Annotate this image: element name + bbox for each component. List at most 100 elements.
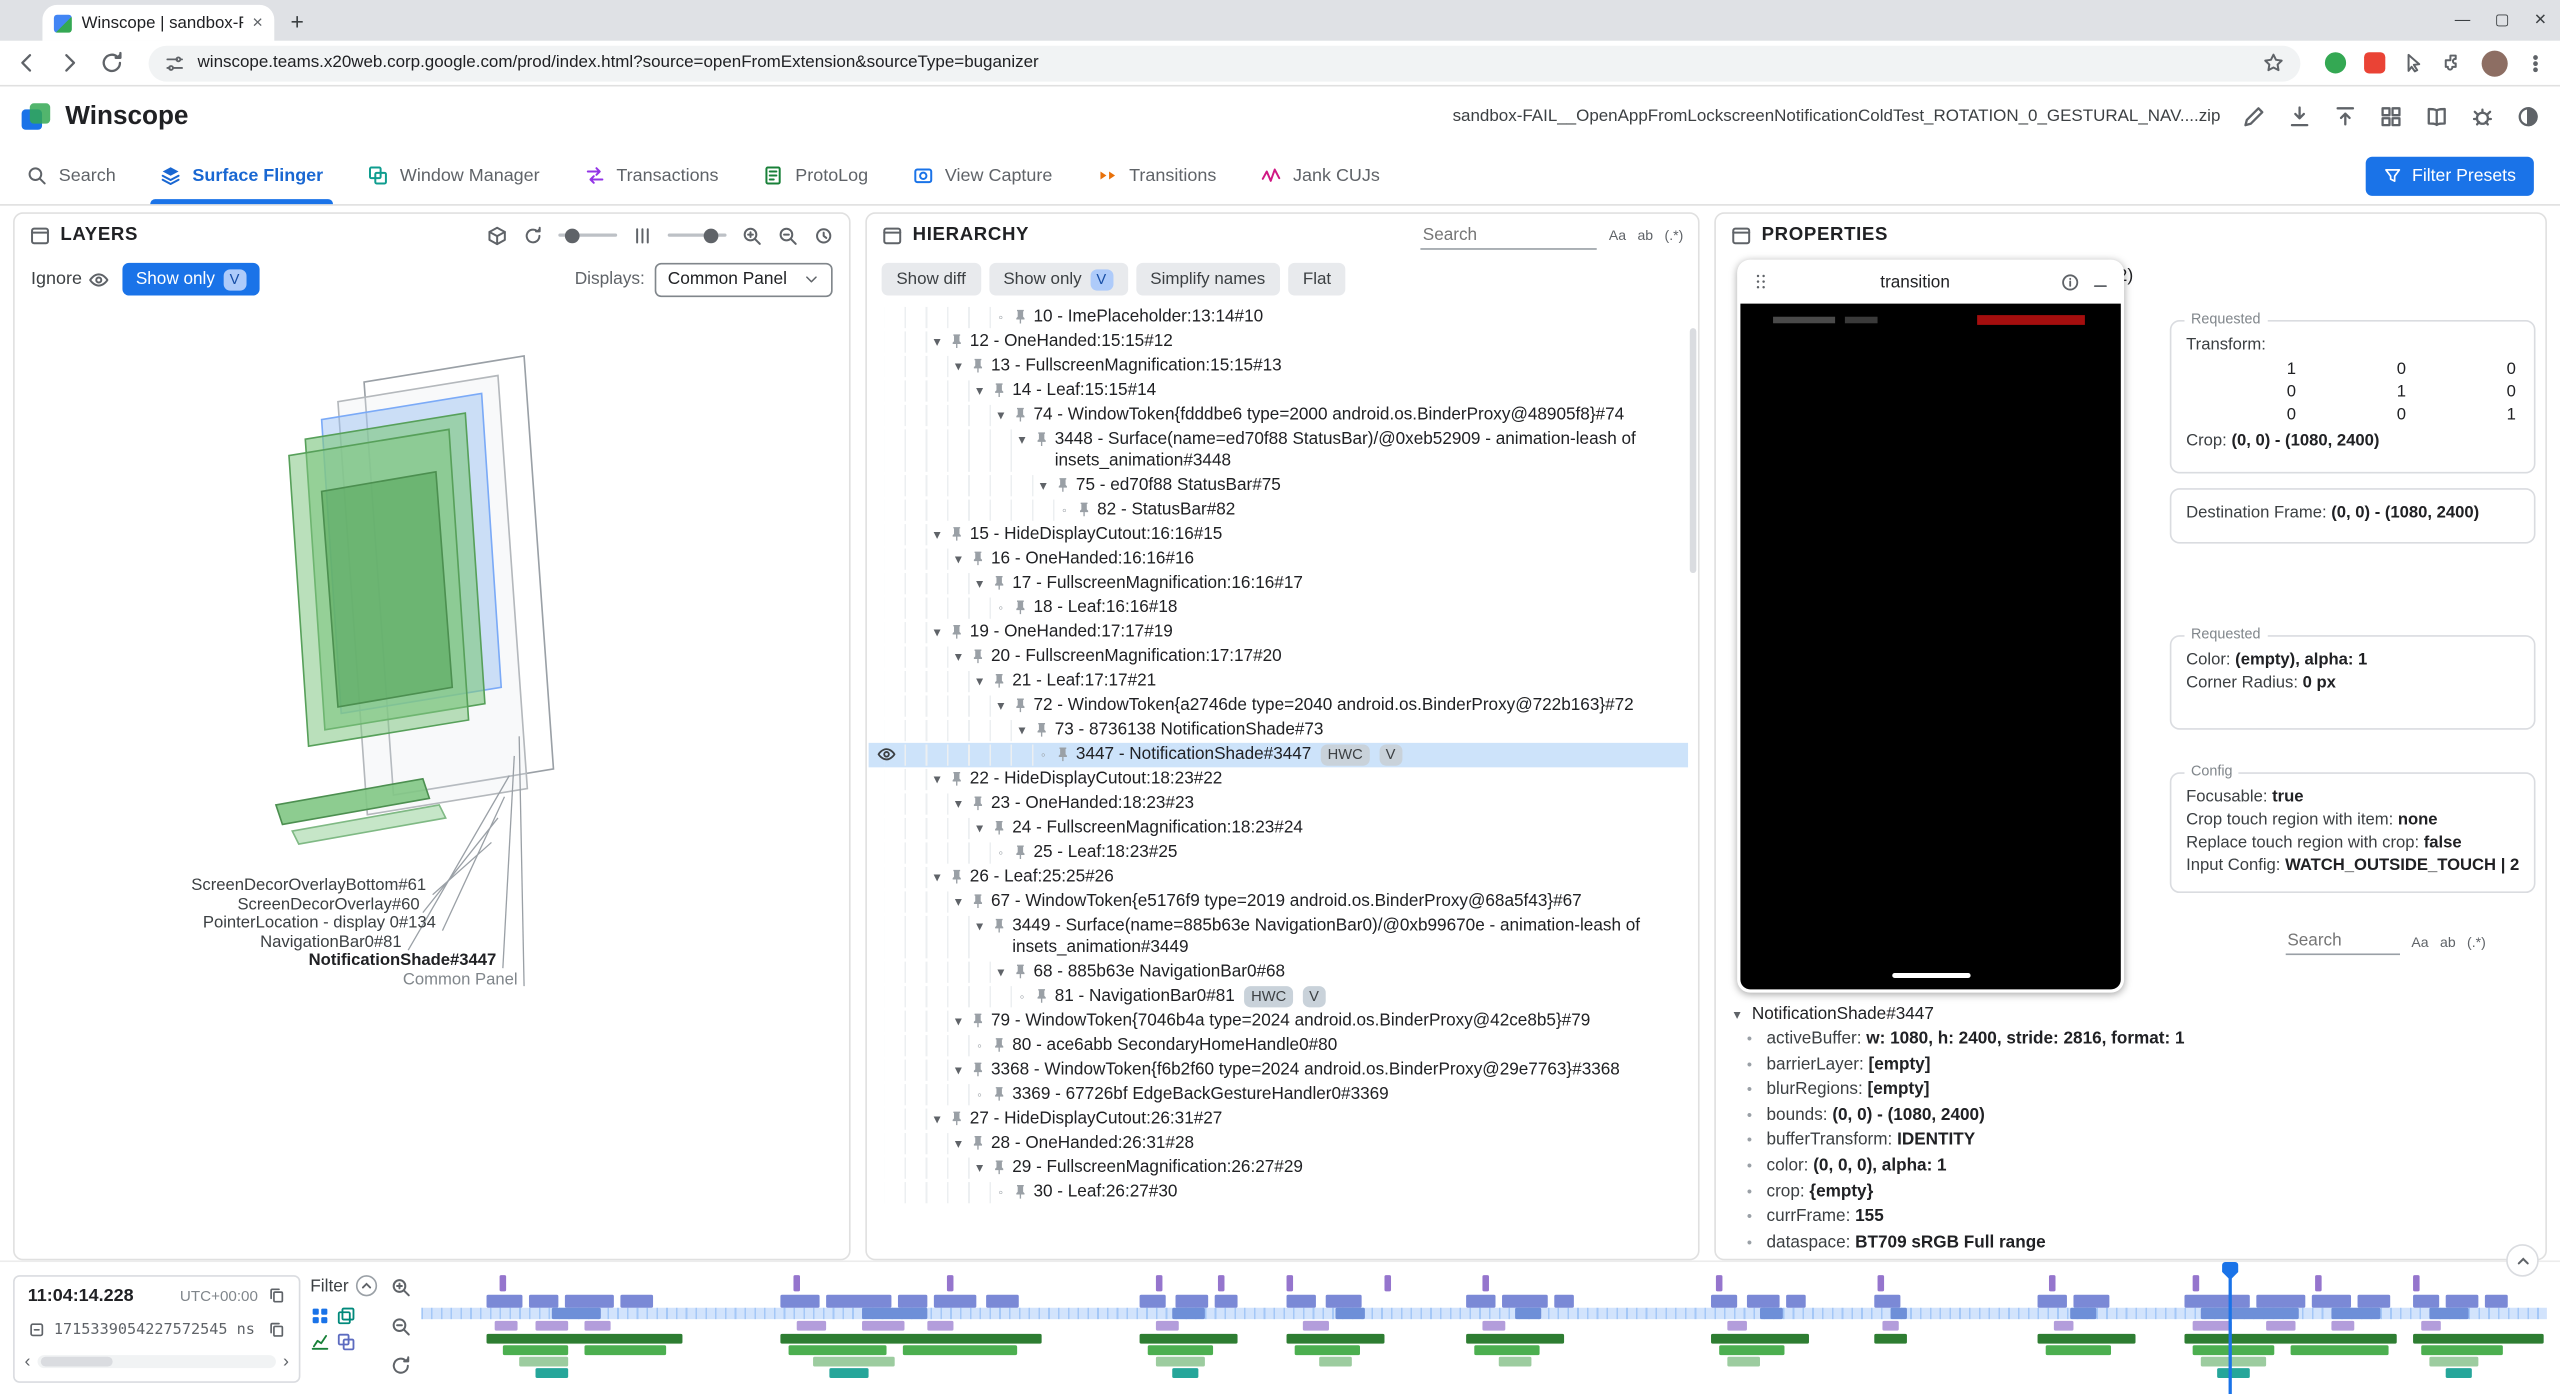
hierarchy-tree-node[interactable]: 82 - StatusBar#82	[869, 498, 1689, 522]
expand-arrow-icon[interactable]	[991, 962, 1011, 983]
timeline-block-transition-markers[interactable]	[1384, 1275, 1391, 1291]
pin-icon[interactable]	[1012, 963, 1028, 979]
3d-view-icon[interactable]	[487, 224, 508, 245]
new-tab-button[interactable]: +	[282, 7, 311, 36]
timeline-block-sf-frames[interactable]	[487, 1295, 523, 1308]
timeline-block-sf-frames[interactable]	[1874, 1295, 1900, 1308]
bookmark-star-icon[interactable]	[2263, 52, 2284, 73]
expand-arrow-icon[interactable]	[970, 573, 990, 594]
timeline-block-wm-trace[interactable]	[2184, 1334, 2396, 1344]
properties-list-item[interactable]: color: (0, 0, 0), alpha: 1	[1727, 1154, 2534, 1179]
timeline-block-sf-frames[interactable]	[2038, 1295, 2067, 1308]
pin-icon[interactable]	[970, 1135, 986, 1151]
timeline-block-view-capture[interactable]	[2429, 1357, 2478, 1367]
timeline-block-view-capture[interactable]	[1727, 1357, 1760, 1367]
reset-view-icon[interactable]	[813, 224, 834, 245]
timeline-block-protolog[interactable]	[2421, 1345, 2503, 1355]
timeline-block-transition-markers[interactable]	[2413, 1275, 2420, 1291]
leaf-bullet-icon[interactable]	[991, 842, 1011, 863]
report-bug-icon[interactable]	[2470, 104, 2494, 128]
expand-arrow-icon[interactable]	[927, 622, 947, 643]
timeline-block-sf-frames[interactable]	[2446, 1295, 2479, 1308]
hierarchy-tree-node[interactable]: 29 - FullscreenMagnification:26:27#29	[869, 1156, 1689, 1180]
timeline-block-wm-trace[interactable]	[780, 1334, 1041, 1344]
profile-avatar[interactable]	[2482, 50, 2508, 76]
hierarchy-tree-node[interactable]: 10 - ImePlaceholder:13:14#10	[869, 305, 1689, 329]
layer-label[interactable]: NavigationBar0#81	[260, 933, 401, 951]
hierarchy-tree-node[interactable]: 15 - HideDisplayCutout:16:16#15	[869, 522, 1689, 546]
nav-tab-search[interactable]: Search	[26, 147, 116, 204]
timeline-block-wm-trace[interactable]	[1287, 1334, 1385, 1344]
layer-label[interactable]: ScreenDecorOverlay#60	[237, 896, 419, 914]
timeline-block-transitions-track[interactable]	[829, 1368, 868, 1378]
match-case-icon[interactable]: Aa	[2411, 933, 2428, 949]
timeline-block-sf-frames[interactable]	[2256, 1295, 2305, 1308]
pin-icon[interactable]	[991, 1159, 1007, 1175]
url-text[interactable]: winscope.teams.x20web.corp.google.com/pr…	[198, 54, 2250, 72]
properties-list-item[interactable]: bufferTransform: IDENTITY	[1727, 1129, 2534, 1154]
nav-tab-transitions[interactable]: Transitions	[1096, 147, 1216, 204]
site-info-icon[interactable]	[165, 53, 185, 73]
timeline-block-view-capture[interactable]	[813, 1357, 895, 1367]
timeline-cursor[interactable]	[2229, 1267, 2232, 1394]
timeline-block-transactions[interactable]	[927, 1321, 953, 1331]
timeline-block-transactions[interactable]	[797, 1321, 826, 1331]
zoom-in-icon[interactable]	[741, 224, 762, 245]
leaf-bullet-icon[interactable]	[991, 598, 1011, 619]
timeline-block-transition-markers[interactable]	[2049, 1275, 2056, 1291]
expand-arrow-icon[interactable]	[949, 1060, 969, 1081]
pin-icon[interactable]	[949, 869, 965, 885]
hierarchy-tree-node[interactable]: 23 - OneHanded:18:23#23	[869, 792, 1689, 816]
timeline-block-view-capture[interactable]	[2201, 1357, 2266, 1367]
pin-icon[interactable]	[1076, 501, 1092, 517]
reload-icon[interactable]	[100, 51, 124, 75]
pin-icon[interactable]	[970, 1012, 986, 1028]
timeline-block-protolog[interactable]	[789, 1345, 887, 1355]
timeline-block-sf-frames[interactable]	[529, 1295, 558, 1308]
documentation-icon[interactable]	[2424, 104, 2448, 128]
pin-icon[interactable]	[970, 893, 986, 909]
zoom-in-icon[interactable]	[390, 1277, 411, 1298]
pin-icon[interactable]	[1012, 599, 1028, 615]
extension-icon[interactable]	[2403, 52, 2424, 73]
timeline-block-protolog[interactable]	[584, 1345, 666, 1355]
scroll-left-icon[interactable]: ‹	[24, 1353, 30, 1371]
extension-icon[interactable]	[2325, 52, 2346, 73]
pin-icon[interactable]	[1055, 746, 1071, 762]
timeline-block-sf-band-segments[interactable]	[2201, 1308, 2299, 1319]
address-bar[interactable]: winscope.teams.x20web.corp.google.com/pr…	[149, 45, 2301, 81]
timeline-block-transactions[interactable]	[1482, 1321, 1505, 1331]
timeline-block-sf-frames[interactable]	[1466, 1295, 1495, 1308]
pin-icon[interactable]	[1012, 844, 1028, 860]
timeline-block-transactions[interactable]	[2331, 1321, 2354, 1331]
expand-arrow-icon[interactable]	[927, 331, 947, 352]
hierarchy-tree-node[interactable]: 72 - WindowToken{a2746de type=2040 andro…	[869, 694, 1689, 718]
hierarchy-tree-node[interactable]: 17 - FullscreenMagnification:16:16#17	[869, 571, 1689, 595]
layer-label[interactable]: PointerLocation - display 0#134	[203, 914, 436, 932]
expand-arrow-icon[interactable]	[970, 380, 990, 401]
minimize-icon[interactable]	[2091, 273, 2109, 291]
hierarchy-tree-node[interactable]: 68 - 885b63e NavigationBar0#68	[869, 960, 1689, 984]
timeline-cursor-handle[interactable]	[2222, 1262, 2238, 1280]
properties-list-item[interactable]: dataspace: BT709 sRGB Full range	[1727, 1231, 2534, 1256]
timeline-block-wm-trace[interactable]	[1466, 1334, 1564, 1344]
timeline-block-sf-frames[interactable]	[780, 1295, 819, 1308]
transactions-trace-icon[interactable]	[336, 1306, 356, 1326]
timeline-block-wm-trace[interactable]	[1711, 1334, 1809, 1344]
filter-collapse-icon[interactable]	[355, 1275, 376, 1296]
hierarchy-tree-node[interactable]: 30 - Leaf:26:27#30	[869, 1180, 1689, 1204]
timeline-scrollbar[interactable]	[37, 1355, 276, 1368]
properties-list-item[interactable]: barrierLayer: [empty]	[1727, 1052, 2534, 1077]
timeline-block-view-capture[interactable]	[519, 1357, 568, 1367]
expand-arrow-icon[interactable]	[949, 549, 969, 570]
expand-arrow-icon[interactable]	[970, 916, 990, 937]
timeline-block-transition-markers[interactable]	[1156, 1275, 1163, 1291]
timeline-block-protolog[interactable]	[2291, 1345, 2389, 1355]
timeline-block-sf-band-segments[interactable]	[2429, 1308, 2468, 1319]
pin-icon[interactable]	[949, 771, 965, 787]
timeline-block-view-capture[interactable]	[1499, 1357, 1532, 1367]
pin-icon[interactable]	[991, 820, 1007, 836]
hierarchy-tree-node[interactable]: 25 - Leaf:18:23#25	[869, 841, 1689, 865]
pin-icon[interactable]	[970, 550, 986, 566]
pin-icon[interactable]	[991, 382, 1007, 398]
